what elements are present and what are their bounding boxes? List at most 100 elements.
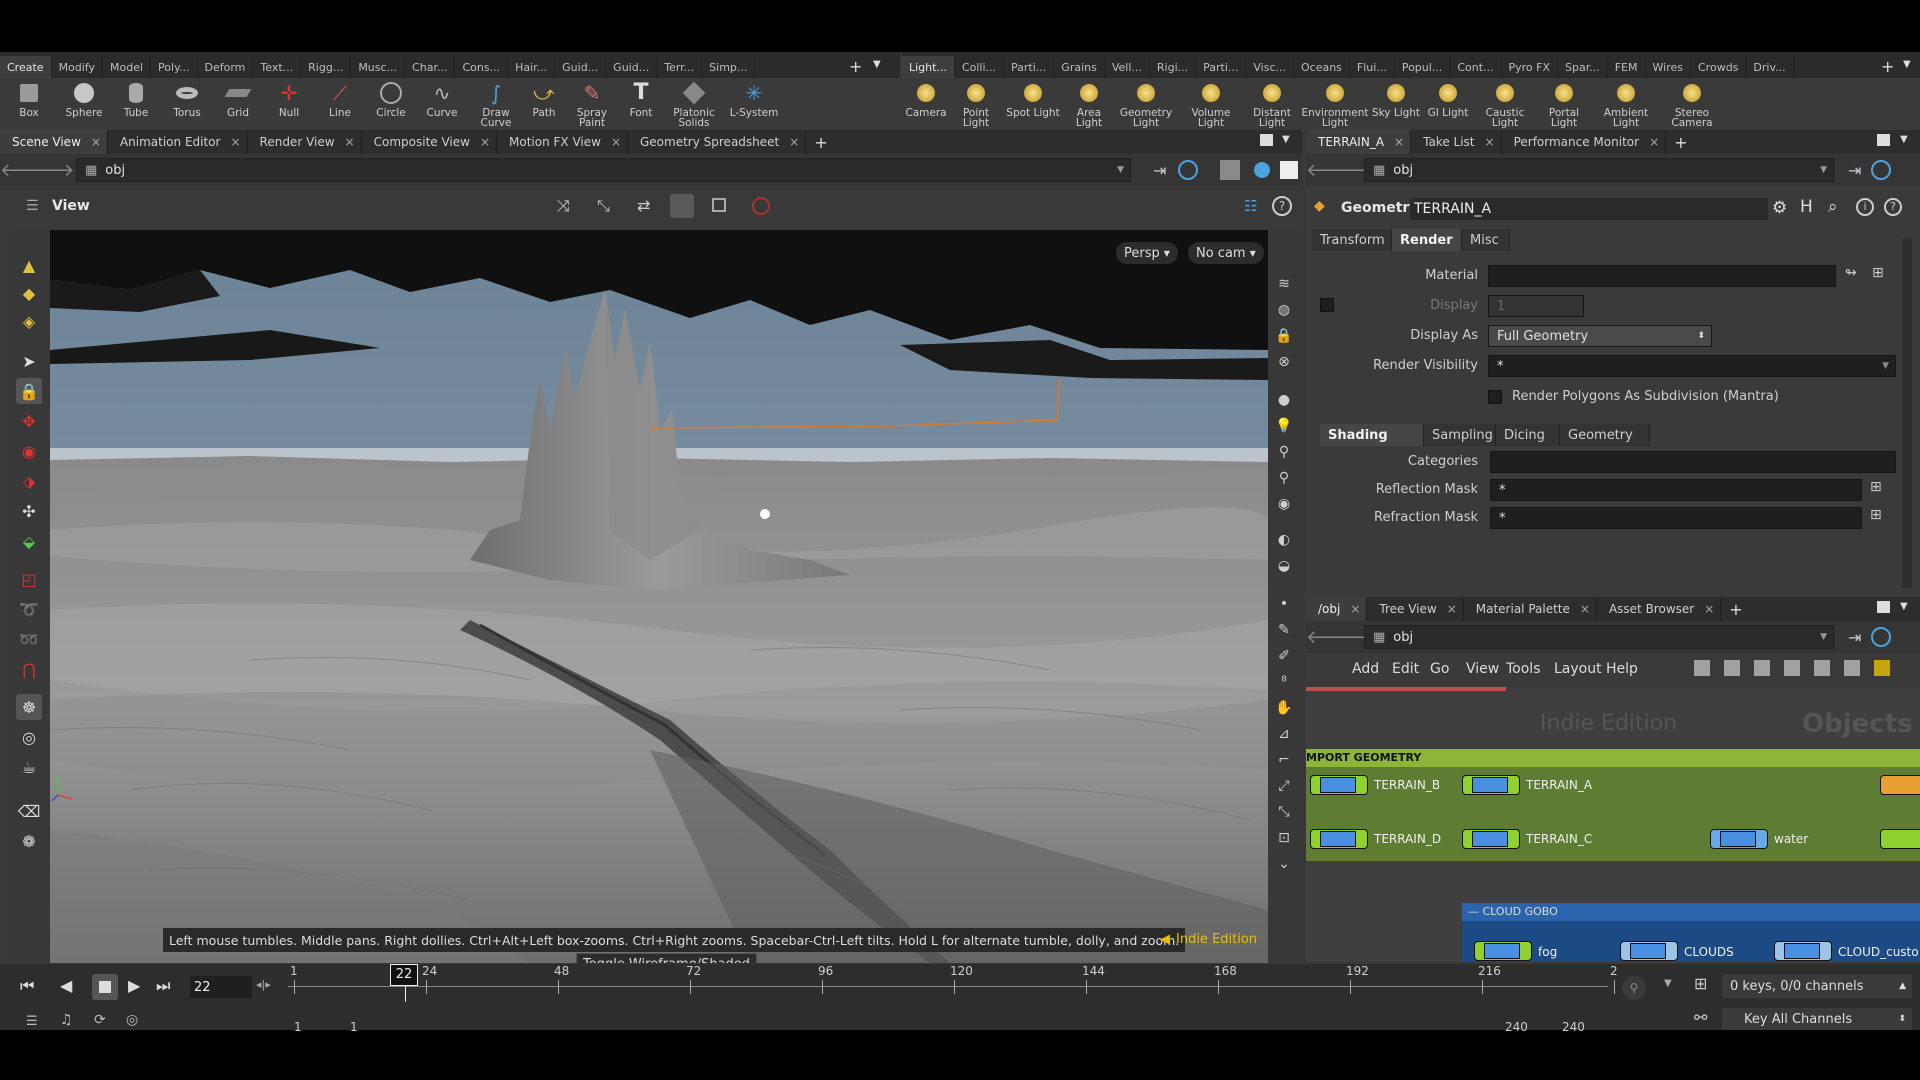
- add-shelf-tab-right-icon[interactable]: +: [1881, 57, 1894, 76]
- param-link-icon[interactable]: [1871, 160, 1892, 180]
- link-icon[interactable]: [1178, 160, 1199, 180]
- view-handle-icon[interactable]: ◆: [16, 280, 42, 306]
- secure-selection-icon[interactable]: ⇄: [637, 196, 650, 215]
- audio-icon[interactable]: ♫: [60, 1012, 73, 1028]
- pen2-icon[interactable]: ✐: [1272, 644, 1296, 668]
- select-tool-icon[interactable]: ➤: [16, 348, 42, 374]
- shelf-tool-line[interactable]: ⟋ Line: [314, 78, 366, 130]
- menu-layout[interactable]: Layout: [1554, 661, 1602, 677]
- magnet-tool-icon[interactable]: ⋂: [16, 656, 42, 682]
- pivot-tool-icon[interactable]: ✣: [16, 498, 42, 524]
- grid-view-icon[interactable]: [1784, 660, 1800, 676]
- shelf-tab-visc[interactable]: Visc...: [1246, 56, 1294, 78]
- pane-menu-icon[interactable]: ▼: [1282, 134, 1290, 145]
- param-forward-arrow-icon[interactable]: 🡒: [1332, 160, 1380, 181]
- shelf-tab-musc[interactable]: Musc...: [351, 56, 406, 78]
- timeline-menu-icon[interactable]: ☰: [26, 1014, 38, 1029]
- shelf-tab-parti[interactable]: Parti...: [1196, 56, 1247, 78]
- persp-menu-button[interactable]: Persp ▼: [1116, 242, 1178, 264]
- shelf-tool-torus[interactable]: Torus: [162, 78, 212, 130]
- material-jump-icon[interactable]: ↬: [1845, 265, 1857, 281]
- shelf-tab-simp[interactable]: Simp...: [702, 56, 756, 78]
- subtab-render[interactable]: Render: [1392, 229, 1462, 251]
- shelf-tool-spot-light[interactable]: Spot Light: [1002, 78, 1064, 130]
- shelf-tab-rigg[interactable]: Rigg...: [301, 56, 352, 78]
- reflection-chooser-icon[interactable]: ⊞: [1870, 479, 1882, 495]
- shelf-tool-curve[interactable]: ∿ Curve: [416, 78, 468, 130]
- shelf-tool-ambient-light[interactable]: Ambient Light: [1592, 78, 1660, 130]
- start-frame[interactable]: 1: [294, 1020, 302, 1034]
- shelf-tab-driv[interactable]: Driv...: [1746, 56, 1794, 78]
- display-as-select[interactable]: Full Geometry ⬍: [1488, 325, 1712, 347]
- pane-tab-material-palette[interactable]: Material Palette ×: [1464, 597, 1597, 621]
- close-icon[interactable]: ×: [789, 135, 799, 149]
- net-link-icon[interactable]: [1871, 627, 1892, 647]
- add-tab-icon[interactable]: +: [814, 133, 827, 152]
- shelf-tab-parti[interactable]: Parti...: [1004, 56, 1055, 78]
- shelf-tab-poly[interactable]: Poly...: [151, 56, 198, 78]
- param-scrollbar[interactable]: [1902, 238, 1912, 588]
- shelf-tool-stereo-camera[interactable]: Stereo Camera: [1660, 78, 1724, 130]
- jump-end-icon[interactable]: ⏭: [156, 976, 170, 996]
- close-icon[interactable]: ×: [230, 135, 240, 149]
- end-frame[interactable]: 240: [1505, 1020, 1528, 1034]
- shelf-tool-spray-paint[interactable]: ✎ Spray Paint: [564, 78, 620, 130]
- shelf-tab-deform[interactable]: Deform: [198, 56, 254, 78]
- note-icon[interactable]: [1874, 660, 1890, 676]
- clear-icon[interactable]: ⊡: [1272, 826, 1296, 850]
- tree-icon[interactable]: [1724, 660, 1740, 676]
- audio-scrub-icon[interactable]: ⚲: [1622, 976, 1646, 1000]
- shelf-tab-create[interactable]: Create: [0, 56, 52, 78]
- shelf-tab-modify[interactable]: Modify: [52, 56, 104, 78]
- shelf-tool-sky-light[interactable]: Sky Light: [1370, 78, 1422, 130]
- shelf-tab-hair[interactable]: Hair...: [508, 56, 556, 78]
- shade-mode-icon[interactable]: [1220, 160, 1241, 180]
- shelf-tab-fem[interactable]: FEM: [1608, 56, 1646, 78]
- param-pin-icon[interactable]: ⇥: [1848, 161, 1861, 180]
- light-icon[interactable]: ⚲: [1272, 440, 1296, 464]
- lock-view-icon[interactable]: 🔒: [1272, 324, 1296, 348]
- grid-toggle-icon[interactable]: ❁: [16, 828, 42, 854]
- menu-help[interactable]: Help: [1606, 661, 1638, 677]
- param-search-icon[interactable]: ⌕: [1828, 197, 1838, 217]
- material-chooser-icon[interactable]: ⊞: [1872, 265, 1884, 281]
- shelf-tab-cont[interactable]: Cont...: [1450, 56, 1502, 78]
- wrench-icon[interactable]: [1694, 660, 1710, 676]
- param-path-dropdown-icon[interactable]: ▼: [1820, 165, 1827, 175]
- jump-start-icon[interactable]: ⏮: [20, 976, 34, 996]
- refraction-chooser-icon[interactable]: ⊞: [1870, 507, 1882, 523]
- menu-view[interactable]: View: [1466, 661, 1499, 677]
- info-icon[interactable]: i: [1856, 198, 1874, 216]
- lasso-tool-icon[interactable]: ➰: [16, 596, 42, 622]
- back-arrow-icon[interactable]: 🡐: [0, 160, 48, 181]
- shelf-tool-sphere[interactable]: Sphere: [58, 78, 110, 130]
- more-icon[interactable]: ⌄: [1272, 852, 1296, 876]
- play-reverse-icon[interactable]: ◀: [60, 976, 72, 995]
- shelf-tool-font[interactable]: T Font: [620, 78, 662, 130]
- param-path-field[interactable]: ▦ obj ▼: [1364, 158, 1834, 182]
- help-h-icon[interactable]: H: [1800, 197, 1813, 217]
- view-tool-icon[interactable]: ☸: [16, 694, 42, 720]
- display-field[interactable]: 1: [1488, 295, 1584, 317]
- network-editor[interactable]: Indie Edition Objects MPORT GEOMETRY — C…: [1306, 687, 1920, 962]
- close-icon[interactable]: ×: [1350, 602, 1360, 616]
- realtime-icon[interactable]: ⟳: [94, 1012, 106, 1028]
- subtab-misc[interactable]: Misc: [1462, 229, 1510, 251]
- close-icon[interactable]: ×: [480, 135, 490, 149]
- add-tab-icon[interactable]: +: [1729, 600, 1742, 619]
- pane-tab-geometry-spreadsheet[interactable]: Geometry Spreadsheet ×: [628, 130, 807, 154]
- menu-tools[interactable]: Tools: [1506, 661, 1541, 677]
- light-link-icon[interactable]: ⚲: [1272, 466, 1296, 490]
- material-field[interactable]: [1488, 265, 1836, 287]
- pane-tab-scene-view[interactable]: Scene View ×: [0, 130, 108, 154]
- close-icon[interactable]: ×: [1447, 602, 1457, 616]
- render-region-icon[interactable]: [752, 197, 770, 215]
- camera-menu-button[interactable]: No cam ▼: [1188, 242, 1264, 264]
- pane-tab-composite-view[interactable]: Composite View ×: [362, 130, 498, 154]
- display-options-icon[interactable]: [712, 198, 726, 212]
- timeline-track[interactable]: [288, 986, 1608, 987]
- shelf-tool-draw-curve[interactable]: ∫ Draw Curve: [468, 78, 524, 130]
- close-icon[interactable]: ×: [1485, 135, 1495, 149]
- shelf-tool-caustic-light[interactable]: Caustic Light: [1474, 78, 1536, 130]
- node-partial-2[interactable]: [1880, 829, 1920, 849]
